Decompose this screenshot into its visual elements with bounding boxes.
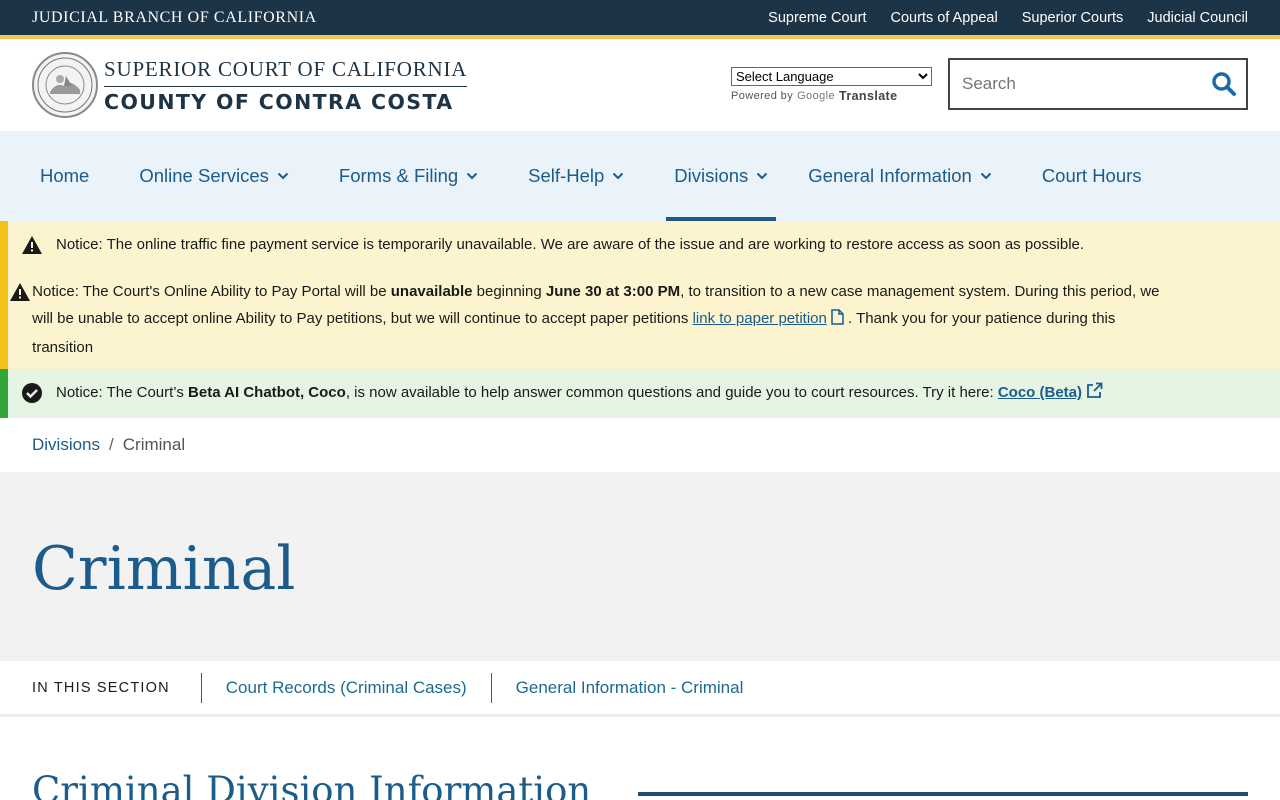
check-circle-icon [8,379,56,403]
search-button[interactable] [1202,60,1246,108]
warning-notices: Notice: The online traffic fine payment … [0,221,1280,369]
breadcrumb-separator: / [109,435,114,454]
notice-ability-to-pay: Notice: The Court's Online Ability to Pa… [8,278,1280,361]
top-link-supreme-court[interactable]: Supreme Court [768,10,866,26]
in-this-section-nav: IN THIS SECTION Court Records (Criminal … [0,661,1280,717]
nav-general-information[interactable]: General Information [800,131,1000,221]
top-links: Supreme Court Courts of Appeal Superior … [768,10,1248,26]
nav-home[interactable]: Home [32,131,97,221]
notice-traffic-fine: Notice: The online traffic fine payment … [8,231,1280,258]
chevron-down-icon [466,172,478,180]
judicial-branch-title: JUDICIAL BRANCH OF CALIFORNIA [32,8,317,26]
court-name[interactable]: SUPERIOR COURT OF CALIFORNIA COUNTY OF C… [104,57,468,114]
nav-divisions[interactable]: Divisions [666,131,777,221]
paper-petition-link[interactable]: link to paper petition [693,310,827,327]
nav-self-help[interactable]: Self-Help [520,131,632,221]
section-link-general-information[interactable]: General Information - Criminal [490,672,768,703]
section-label: IN THIS SECTION [32,672,202,703]
chevron-down-icon [612,172,624,180]
main-navigation: Home Online Services Forms & Filing Self… [0,131,1280,221]
page-title: Criminal [32,533,296,604]
google-logo: Google [797,90,835,102]
info-notice: Notice: The Court’s Beta AI Chatbot, Coc… [0,369,1280,418]
chevron-down-icon [980,172,992,180]
powered-by-google: Powered by Google Translate [731,89,898,103]
site-header: SUPERIOR COURT OF CALIFORNIA COUNTY OF C… [0,39,1280,131]
nav-court-hours[interactable]: Court Hours [1034,131,1150,221]
search-icon [1212,72,1236,96]
nav-forms-filing[interactable]: Forms & Filing [331,131,486,221]
warning-icon [8,231,56,255]
content-heading: Criminal Division Information [32,769,592,800]
content-area: Criminal Division Information [0,717,1280,800]
breadcrumb: Divisions / Criminal [0,418,1280,472]
external-link-icon [1086,381,1103,408]
breadcrumb-current: Criminal [122,435,186,454]
chevron-down-icon [277,172,289,180]
court-name-line2: COUNTY OF CONTRA COSTA [104,89,454,114]
court-name-line1: SUPERIOR COURT OF CALIFORNIA [104,57,468,87]
document-icon [831,307,844,334]
chevron-down-icon [756,172,768,180]
language-select[interactable]: Select Language [731,67,932,86]
warning-icon [8,278,32,302]
coco-beta-link[interactable]: Coco (Beta) [998,384,1082,401]
top-link-superior-courts[interactable]: Superior Courts [1022,10,1124,26]
page-hero: Criminal [0,472,1280,661]
notice-chatbot: Notice: The Court’s Beta AI Chatbot, Coc… [8,379,1280,408]
section-link-court-records[interactable]: Court Records (Criminal Cases) [202,673,491,703]
search-input[interactable] [950,60,1202,108]
nav-online-services[interactable]: Online Services [131,131,297,221]
judicial-branch-bar: JUDICIAL BRANCH OF CALIFORNIA Supreme Co… [0,0,1280,35]
breadcrumb-divisions[interactable]: Divisions [32,435,100,455]
court-seal-logo[interactable] [32,52,98,118]
google-translate: Select Language Powered by Google Transl… [731,67,932,103]
top-link-judicial-council[interactable]: Judicial Council [1147,10,1248,26]
search-box [948,58,1248,110]
heading-rule [638,792,1248,796]
top-link-courts-of-appeal[interactable]: Courts of Appeal [890,10,997,26]
